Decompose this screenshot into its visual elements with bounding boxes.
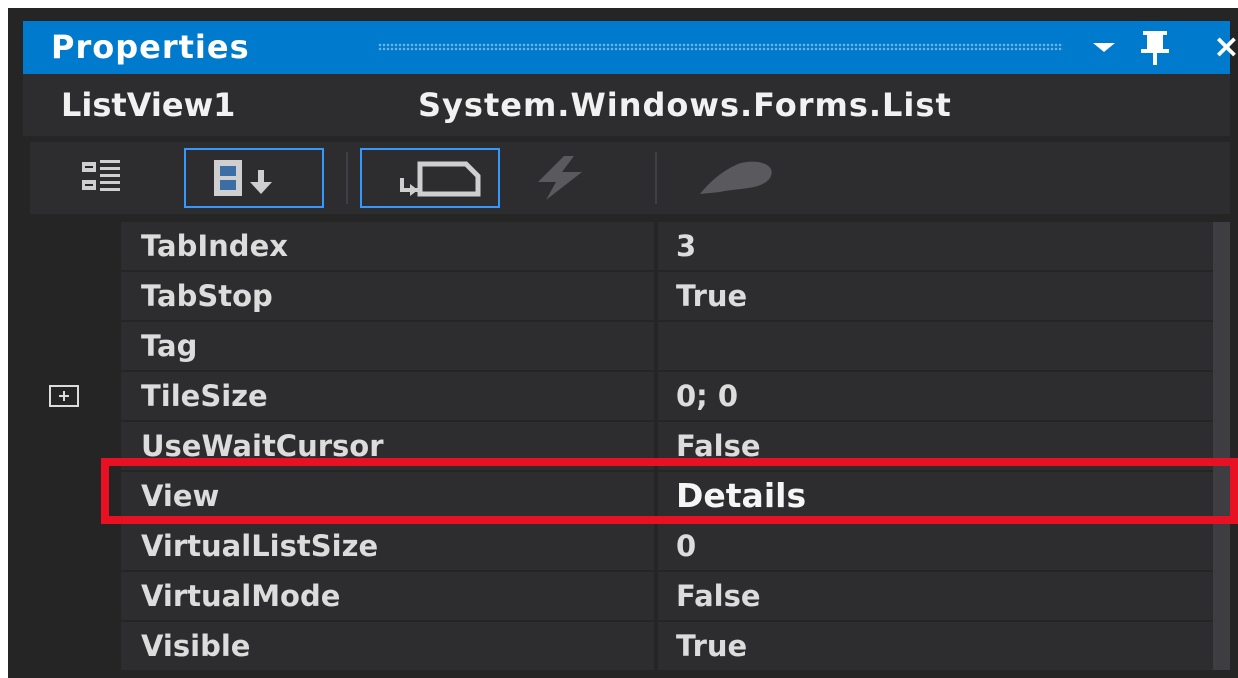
toolbar-separator bbox=[346, 152, 348, 204]
object-selector[interactable]: ListView1 System.Windows.Forms.List bbox=[23, 74, 1230, 136]
row-margin bbox=[33, 522, 121, 572]
categorized-icon[interactable] bbox=[80, 156, 124, 200]
title-grip[interactable] bbox=[378, 43, 1063, 51]
property-row[interactable]: VirtualMode False bbox=[33, 572, 1213, 622]
properties-button[interactable] bbox=[360, 148, 500, 208]
properties-icon bbox=[400, 161, 481, 197]
property-name: TileSize bbox=[121, 372, 654, 420]
row-margin bbox=[33, 222, 121, 272]
property-value[interactable]: 0; 0 bbox=[658, 372, 1213, 420]
property-name: VirtualListSize bbox=[121, 522, 654, 570]
property-row[interactable]: Tag bbox=[33, 322, 1213, 372]
row-margin bbox=[33, 272, 121, 322]
object-type: System.Windows.Forms.List bbox=[418, 86, 952, 124]
property-value[interactable]: 3 bbox=[658, 222, 1213, 270]
property-row[interactable]: TabIndex 3 bbox=[33, 222, 1213, 272]
property-value[interactable]: False bbox=[658, 572, 1213, 620]
property-name: TabStop bbox=[121, 272, 654, 320]
property-row[interactable]: Visible True bbox=[33, 622, 1213, 672]
events-icon[interactable] bbox=[530, 154, 590, 202]
properties-toolbar bbox=[30, 142, 1230, 214]
property-row[interactable]: TileSize 0; 0 bbox=[33, 372, 1213, 422]
property-value[interactable]: True bbox=[658, 272, 1213, 320]
property-name: Tag bbox=[121, 322, 654, 370]
property-pages-icon[interactable] bbox=[690, 154, 785, 202]
highlight-box bbox=[101, 458, 1238, 524]
row-margin bbox=[33, 322, 121, 372]
property-value[interactable]: True bbox=[658, 622, 1213, 670]
property-row[interactable]: VirtualListSize 0 bbox=[33, 522, 1213, 572]
close-icon[interactable]: × bbox=[1213, 27, 1238, 65]
property-name: VirtualMode bbox=[121, 572, 654, 620]
row-margin bbox=[33, 622, 121, 672]
row-margin bbox=[33, 572, 121, 622]
toolbar-separator bbox=[655, 152, 657, 204]
object-name: ListView1 bbox=[61, 86, 236, 124]
property-grid: TabIndex 3 TabStop True Tag TileSize 0; … bbox=[33, 222, 1213, 672]
property-value[interactable] bbox=[658, 322, 1213, 370]
row-margin bbox=[33, 372, 121, 422]
property-row[interactable]: TabStop True bbox=[33, 272, 1213, 322]
vertical-scrollbar[interactable] bbox=[1213, 222, 1230, 670]
dropdown-arrow-icon[interactable] bbox=[1093, 43, 1115, 52]
alphabetical-button[interactable] bbox=[184, 148, 324, 208]
panel-title: Properties bbox=[51, 28, 250, 66]
property-name: Visible bbox=[121, 622, 654, 670]
panel-title-bar[interactable]: Properties × bbox=[23, 21, 1238, 74]
pin-icon[interactable] bbox=[1135, 27, 1175, 67]
property-name: TabIndex bbox=[121, 222, 654, 270]
expand-plus-icon[interactable] bbox=[49, 385, 79, 407]
alphabetical-icon bbox=[214, 160, 272, 196]
property-value[interactable]: 0 bbox=[658, 522, 1213, 570]
